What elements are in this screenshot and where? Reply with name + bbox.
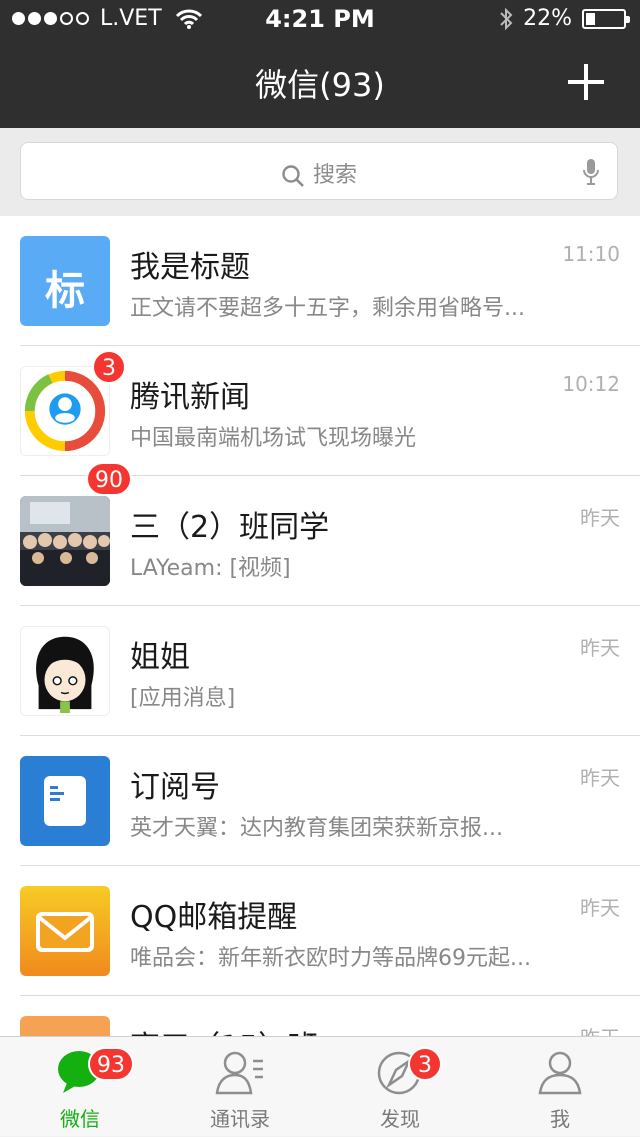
chat-name: 姐姐 xyxy=(130,640,190,675)
search-icon xyxy=(282,165,304,187)
chat-preview: 中国最南端机场试飞现场曝光 xyxy=(130,426,417,451)
avatar xyxy=(20,626,110,716)
tab-label: 微信 xyxy=(60,1107,100,1131)
tab-me[interactable]: 我 xyxy=(480,1037,640,1137)
chat-row[interactable]: 90 三（2）班同学 LAYeam: [视频] 昨天 xyxy=(0,462,640,606)
tencent-news-logo-icon xyxy=(24,370,106,452)
chat-row[interactable]: 高三（15）班 昨天 xyxy=(0,996,640,1036)
chat-name: 我是标题 xyxy=(130,250,250,285)
chat-preview: 英才天翼：达内教育集团荣获新京报... xyxy=(130,816,503,841)
battery-icon xyxy=(582,8,630,29)
battery-percent: 22% xyxy=(523,6,572,31)
chat-name: 高三（15）班 xyxy=(130,1022,318,1036)
avatar xyxy=(20,1016,110,1036)
search-input[interactable]: 搜索 xyxy=(20,142,618,200)
tab-label: 发现 xyxy=(380,1107,420,1131)
subscription-icon xyxy=(44,776,86,826)
unread-badge: 3 xyxy=(408,1047,442,1081)
unread-badge: 3 xyxy=(92,350,126,384)
chat-row[interactable]: QQ邮箱提醒 唯品会：新年新衣欧时力等品牌69元起... 昨天 xyxy=(0,866,640,996)
unread-badge: 93 xyxy=(88,1047,134,1081)
tab-discover[interactable]: 3 发现 xyxy=(320,1037,480,1137)
avatar xyxy=(20,886,110,976)
search-placeholder: 搜索 xyxy=(312,163,357,188)
chat-preview: 正文请不要超多十五字，剩余用省略号... xyxy=(130,296,525,321)
group-photo-icon xyxy=(20,496,110,586)
cartoon-girl-icon xyxy=(36,636,94,714)
chat-name: 订阅号 xyxy=(130,770,220,805)
tab-label: 我 xyxy=(550,1107,570,1131)
tab-bar: 93 微信 通讯录 3 发现 我 xyxy=(0,1036,640,1136)
chat-time: 昨天 xyxy=(580,506,620,530)
contacts-icon xyxy=(215,1051,263,1095)
avatar xyxy=(20,756,110,846)
add-icon[interactable] xyxy=(568,64,604,100)
chat-time: 10:12 xyxy=(562,372,620,396)
chat-name: 腾讯新闻 xyxy=(130,380,250,415)
chat-preview: 唯品会：新年新衣欧时力等品牌69元起... xyxy=(130,946,531,971)
chat-time: 昨天 xyxy=(580,766,620,790)
chat-time: 昨天 xyxy=(580,1022,620,1036)
nav-bar: 微信(93) xyxy=(0,40,640,128)
bluetooth-icon xyxy=(500,7,513,30)
avatar: 标 xyxy=(20,236,110,326)
tab-label: 通讯录 xyxy=(210,1107,270,1131)
search-bar: 搜索 xyxy=(0,128,640,216)
avatar xyxy=(20,496,110,586)
chat-name: 三（2）班同学 xyxy=(130,510,330,545)
mail-icon xyxy=(36,912,94,952)
chat-row[interactable]: 订阅号 英才天翼：达内教育集团荣获新京报... 昨天 xyxy=(0,736,640,866)
chat-time: 昨天 xyxy=(580,896,620,920)
chat-list: 标 我是标题 正文请不要超多十五字，剩余用省略号... 11:10 3 腾讯新闻… xyxy=(0,216,640,1036)
microphone-icon[interactable] xyxy=(583,159,599,185)
person-icon xyxy=(538,1051,582,1095)
page-title: 微信(93) xyxy=(255,66,385,104)
tab-contacts[interactable]: 通讯录 xyxy=(160,1037,320,1137)
status-bar: L.VET 4:21 PM 22% xyxy=(0,0,640,40)
chat-row[interactable]: 标 我是标题 正文请不要超多十五字，剩余用省略号... 11:10 xyxy=(0,216,640,346)
chat-time: 昨天 xyxy=(580,636,620,660)
chat-time: 11:10 xyxy=(562,242,620,266)
tab-chats[interactable]: 93 微信 xyxy=(0,1037,160,1137)
chat-row[interactable]: 3 腾讯新闻 中国最南端机场试飞现场曝光 10:12 xyxy=(0,346,640,476)
chat-preview: LAYeam: [视频] xyxy=(130,556,291,581)
unread-badge: 90 xyxy=(86,462,132,496)
chat-row[interactable]: 姐姐 [应用消息] 昨天 xyxy=(0,606,640,736)
chat-name: QQ邮箱提醒 xyxy=(130,900,298,935)
chat-preview: [应用消息] xyxy=(130,686,236,711)
